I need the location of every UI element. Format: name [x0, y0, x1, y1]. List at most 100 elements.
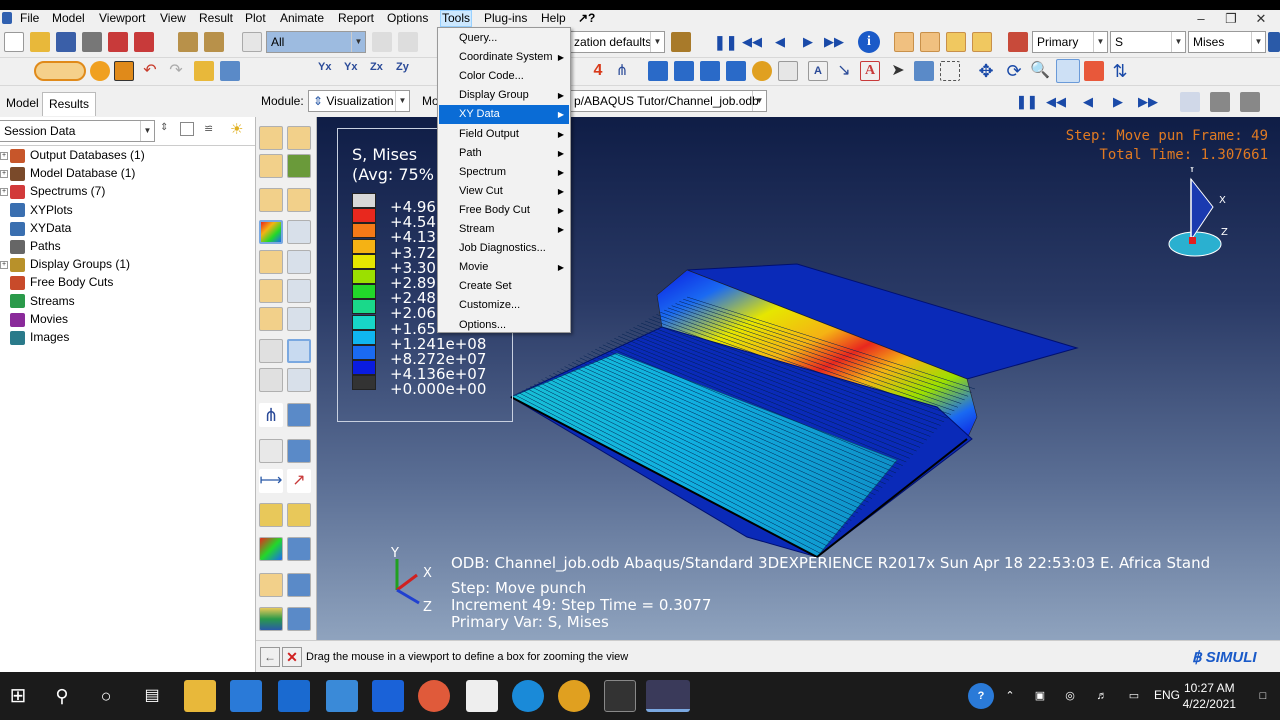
session-combo[interactable]: Session Data ▼: [0, 120, 155, 142]
axis-xy-icon[interactable]: Yx: [318, 61, 338, 81]
arrow-annotation-icon[interactable]: ↘: [834, 61, 854, 81]
select-arrow-icon[interactable]: [242, 32, 262, 52]
viewport-copy-icon[interactable]: [1180, 92, 1200, 112]
viewport-last-icon[interactable]: ▶▶: [1138, 92, 1158, 112]
tools-menu-item[interactable]: View Cut ▶: [439, 182, 569, 201]
cube-render-icon[interactable]: [671, 32, 691, 52]
symbol-options-icon[interactable]: [287, 250, 311, 274]
tree-item[interactable]: + Output Databases (1): [0, 146, 145, 164]
select-box-icon[interactable]: [372, 32, 392, 52]
animation-options-icon[interactable]: [287, 368, 311, 392]
plot-symbols-2-icon[interactable]: [259, 250, 283, 274]
tree-item[interactable]: +Movies: [0, 310, 68, 328]
auto-fit-icon[interactable]: [1084, 61, 1104, 81]
app-icon-blue[interactable]: [326, 680, 358, 712]
tree-expand-icon[interactable]: +: [0, 151, 8, 160]
plot-allow-multiple-icon[interactable]: [259, 307, 283, 331]
store-icon[interactable]: [230, 680, 262, 712]
tools-menu-item[interactable]: Movie ▶: [439, 258, 569, 277]
tab-model[interactable]: Model: [0, 92, 45, 116]
tools-menu-item[interactable]: Free Body Cut ▶: [439, 201, 569, 220]
menu-options[interactable]: Options: [387, 10, 428, 27]
lightbulb-icon[interactable]: ☀: [230, 120, 243, 138]
render-wireframe-icon[interactable]: [648, 61, 668, 81]
render-hidden-icon[interactable]: [674, 61, 694, 81]
chrome-icon[interactable]: [558, 680, 590, 712]
prompt-back-icon[interactable]: ←: [260, 647, 280, 667]
chevron-up-icon[interactable]: ⌃: [1000, 680, 1020, 712]
new-file-icon[interactable]: [4, 32, 24, 52]
tools-menu-item[interactable]: Create Set: [439, 277, 569, 296]
import-icon[interactable]: [108, 32, 128, 52]
plot-allow-icon[interactable]: [287, 188, 311, 212]
sphere-icon[interactable]: [90, 61, 110, 81]
transform-icon[interactable]: [194, 61, 214, 81]
axis-yx-icon[interactable]: Yx: [344, 61, 364, 81]
tree-sort-icon[interactable]: ⇕: [160, 122, 168, 133]
menu-file[interactable]: File: [20, 10, 39, 27]
tree-item[interactable]: + Display Groups (1): [0, 255, 130, 273]
tools-menu-item[interactable]: Job Diagnostics...: [439, 239, 569, 258]
info-icon[interactable]: i: [858, 31, 880, 53]
language-indicator[interactable]: ENG: [1154, 688, 1180, 702]
widgets-icon[interactable]: ▤: [136, 680, 168, 712]
table-icon[interactable]: [220, 61, 240, 81]
tree-item[interactable]: +Paths: [0, 237, 61, 255]
view-iso-icon[interactable]: [894, 32, 914, 52]
allow-options-icon[interactable]: [287, 307, 311, 331]
minimize-icon[interactable]: –: [1186, 10, 1216, 27]
view-top-icon[interactable]: [946, 32, 966, 52]
viewport-first-icon[interactable]: ◀◀: [1046, 92, 1066, 112]
prompt-cancel-icon[interactable]: ✕: [282, 647, 302, 667]
menu-viewport[interactable]: Viewport: [99, 10, 145, 27]
xy-table-icon[interactable]: [287, 403, 311, 427]
hammer-icon[interactable]: [114, 61, 134, 81]
field-primary-combo[interactable]: Primary ▼: [1032, 31, 1108, 53]
abaqus-taskbar-icon[interactable]: [646, 680, 690, 712]
field-output-icon[interactable]: [1008, 32, 1028, 52]
view-cut-manager-icon[interactable]: [287, 537, 311, 561]
undo-icon[interactable]: ↶: [140, 61, 160, 81]
menu-result[interactable]: Result: [199, 10, 233, 27]
tools-menu-item[interactable]: Display Group ▶: [439, 86, 569, 105]
menu-animate[interactable]: Animate: [280, 10, 324, 27]
restore-icon[interactable]: ❐: [1216, 10, 1246, 27]
notifications-icon[interactable]: □: [1250, 680, 1276, 712]
close-icon[interactable]: ✕: [1246, 10, 1276, 27]
viewport-next-icon[interactable]: ▶: [1108, 92, 1128, 112]
pick-pointer-icon[interactable]: ➤: [888, 61, 908, 81]
file-explorer-icon[interactable]: [184, 680, 216, 712]
mesh-ladder-icon[interactable]: [178, 32, 198, 52]
create-xy-triad-icon[interactable]: ⋔: [259, 403, 283, 427]
odb-combo[interactable]: p/ABAQUS Tutor/Channel_job.odb ▼: [570, 90, 767, 112]
search-icon[interactable]: ⚲: [46, 680, 78, 712]
first-frame-icon[interactable]: ◀◀: [742, 32, 762, 52]
annotation-a-icon[interactable]: A: [808, 61, 828, 81]
menu-help[interactable]: Help: [541, 10, 566, 27]
free-body-cut-icon[interactable]: [259, 573, 283, 597]
menu-tools[interactable]: Tools: [440, 10, 473, 27]
display-group-manager-icon[interactable]: [287, 503, 311, 527]
step-number-icon[interactable]: 4: [588, 61, 608, 81]
create-path-icon[interactable]: ⟼: [259, 469, 283, 493]
tools-menu-item[interactable]: Stream ▶: [439, 220, 569, 239]
menu-view[interactable]: View: [160, 10, 186, 27]
plot-contours-icon[interactable]: [259, 154, 283, 178]
volume-icon[interactable]: ♬: [1092, 680, 1112, 712]
animate-scale-icon[interactable]: [259, 339, 283, 363]
axis-zx-icon[interactable]: Zx: [370, 61, 390, 81]
animate-harmonic-icon[interactable]: [259, 368, 283, 392]
ring-icon[interactable]: [752, 61, 772, 81]
module-combo[interactable]: ⇕ Visualization ▼: [308, 90, 410, 112]
render-filled-icon[interactable]: [700, 61, 720, 81]
mesh-ladder-2-icon[interactable]: [204, 32, 224, 52]
tools-menu-item[interactable]: Coordinate System ▶: [439, 48, 569, 67]
axis-zy-icon[interactable]: Zy: [396, 61, 416, 81]
selection-filter-combo[interactable]: All ▼: [266, 31, 366, 53]
tools-menu-item[interactable]: Spectrum ▶: [439, 163, 569, 182]
field-variable-combo[interactable]: S ▼: [1110, 31, 1186, 53]
tools-menu-item[interactable]: Path ▶: [439, 144, 569, 163]
options-table-icon[interactable]: [778, 61, 798, 81]
next-frame-icon[interactable]: ▶: [798, 32, 818, 52]
tools-menu-item[interactable]: XY Data ▶: [439, 105, 569, 125]
